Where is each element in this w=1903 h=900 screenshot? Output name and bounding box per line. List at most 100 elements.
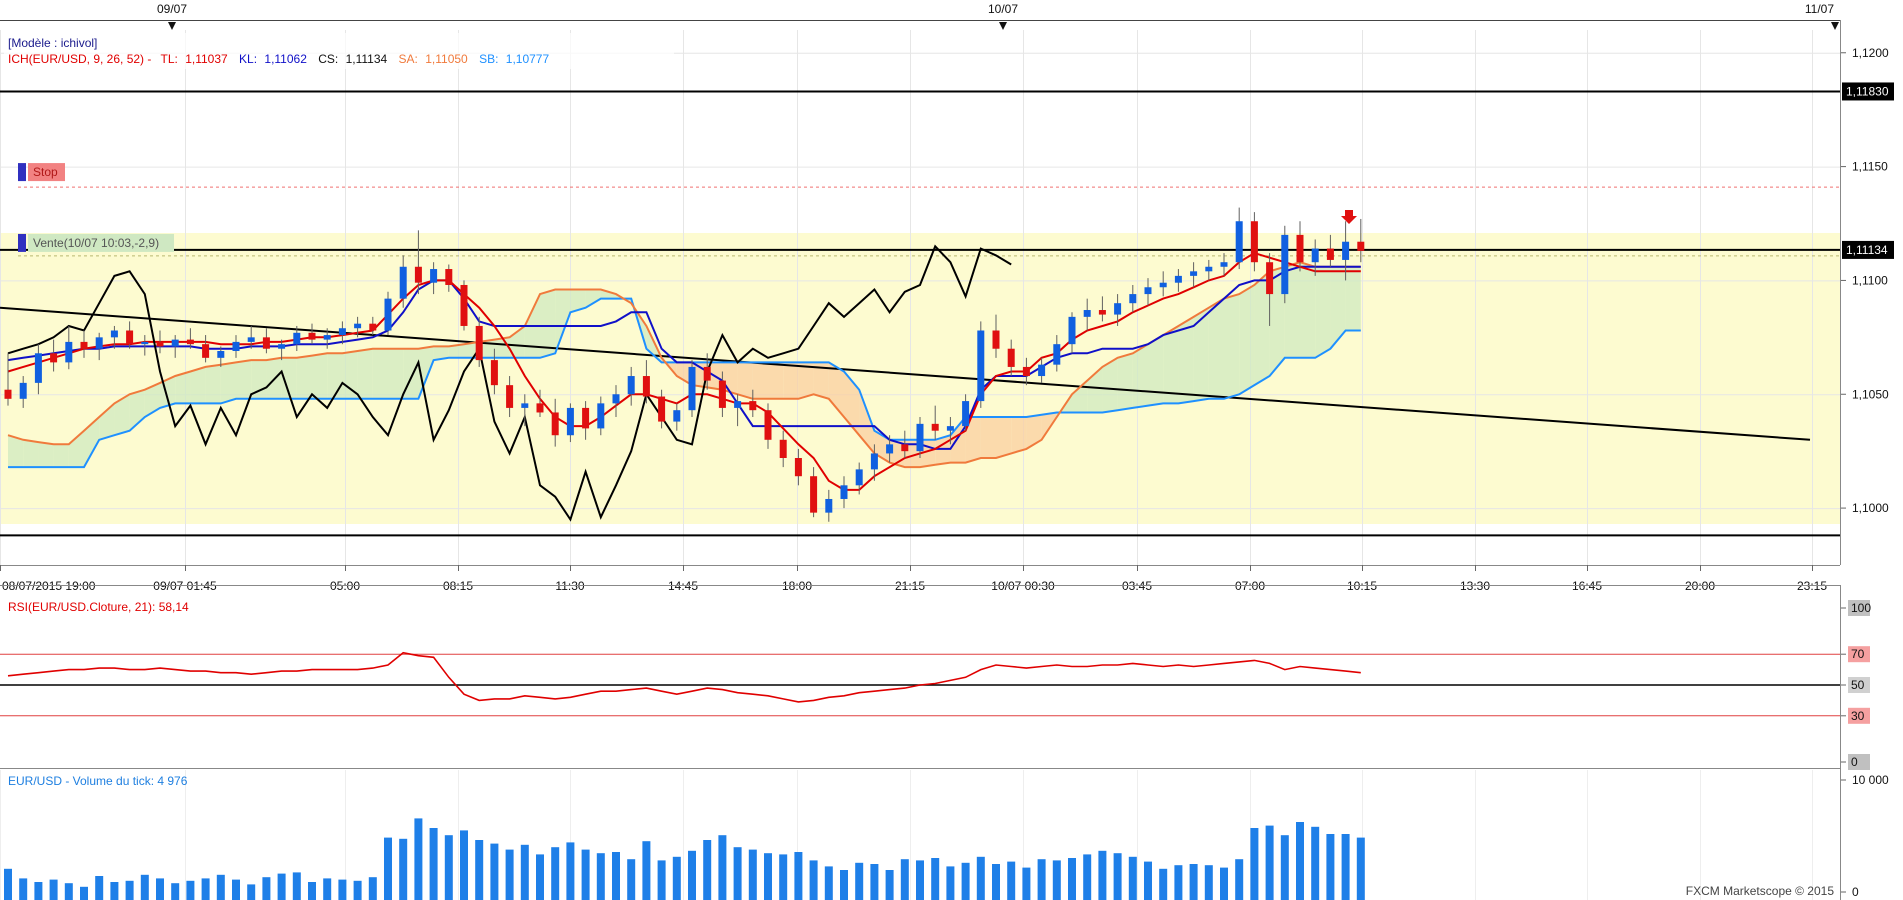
candle-body xyxy=(384,298,392,331)
volume-bar xyxy=(247,884,256,900)
volume-bar xyxy=(171,883,180,900)
rsi-level-label: 70 xyxy=(1851,647,1865,661)
volume-bar xyxy=(429,828,438,900)
cloud-segment xyxy=(1224,294,1240,399)
volume-bar xyxy=(946,866,955,900)
ichimoku-sb-value: 1,10777 xyxy=(506,52,550,66)
rsi-legend: RSI(EUR/USD.Cloture, 21): 58,14 xyxy=(8,600,189,614)
candle-body xyxy=(262,337,270,349)
candle-body xyxy=(186,339,194,345)
candle-body xyxy=(1190,271,1198,276)
volume-bar xyxy=(140,874,149,900)
cloud-segment xyxy=(296,355,312,399)
volume-bar xyxy=(536,854,544,900)
cloud-segment xyxy=(768,362,784,399)
volume-bar xyxy=(1159,868,1168,900)
candle-body xyxy=(1098,310,1106,315)
candle-body xyxy=(551,412,559,436)
candle-body xyxy=(445,269,453,285)
candle-body xyxy=(627,376,635,395)
volume-bar xyxy=(916,860,924,900)
volume-bar xyxy=(1235,859,1244,900)
volume-bar xyxy=(384,837,392,900)
candle-body xyxy=(1114,303,1122,315)
volume-bar xyxy=(1296,822,1304,900)
rsi-level-label: 50 xyxy=(1851,678,1865,692)
volume-bar xyxy=(19,878,28,900)
volume-bar xyxy=(4,868,12,900)
candle-body xyxy=(886,444,894,454)
cloud-segment xyxy=(752,362,768,399)
candle-body xyxy=(369,323,377,331)
cloud-segment xyxy=(783,362,799,399)
volume-bar xyxy=(262,877,271,900)
volume-bar xyxy=(308,882,316,900)
candle-body xyxy=(1159,282,1167,288)
volume-bar xyxy=(399,838,408,900)
candle-body xyxy=(764,410,772,440)
volume-bar xyxy=(1052,860,1061,900)
date-marker-3: 11/07 xyxy=(1805,2,1834,16)
candle-body xyxy=(1053,344,1061,365)
sell-order-label: Vente(10/07 10:03,-2,9) xyxy=(33,236,159,250)
volume-bar xyxy=(566,842,575,900)
volume-bar xyxy=(125,880,134,900)
candle-body xyxy=(642,376,650,397)
candle-body xyxy=(810,476,818,513)
volume-bar xyxy=(1356,837,1365,900)
price-flag-label: 1,11830 xyxy=(1846,84,1889,98)
candle-body xyxy=(536,403,544,413)
candle-body xyxy=(308,332,316,340)
volume-bar xyxy=(216,874,225,900)
candle-body xyxy=(506,385,514,408)
candle-body xyxy=(1220,262,1228,267)
volume-bar xyxy=(764,853,772,900)
cloud-segment xyxy=(1345,266,1361,331)
volume-bar xyxy=(718,835,727,900)
cloud-segment xyxy=(388,348,404,399)
volume-bar xyxy=(277,873,286,900)
candle-body xyxy=(673,410,681,422)
stop-order-marker xyxy=(18,163,26,182)
volume-bar xyxy=(64,883,73,900)
volume-bar xyxy=(657,860,666,900)
trading-chart[interactable]: 09/07 10/07 11/07 Stop Vente(10/07 10:03,… xyxy=(0,0,1903,900)
volume-bar xyxy=(1326,834,1335,900)
ichimoku-cs-value: 1,11134 xyxy=(346,52,388,66)
volume-bar xyxy=(551,847,560,900)
candle-body xyxy=(901,444,909,452)
ichimoku-kl-value: 1,11062 xyxy=(264,52,307,66)
candle-body xyxy=(749,401,757,411)
date-marker-2: 10/07 xyxy=(988,2,1018,16)
candle-body xyxy=(232,341,240,351)
candle-body xyxy=(688,366,696,411)
cloud-segment xyxy=(236,360,252,399)
candle-body xyxy=(399,266,407,299)
candle-body xyxy=(95,337,103,349)
candle-body xyxy=(65,341,73,363)
cloud-segment xyxy=(357,348,373,399)
volume-bar xyxy=(612,852,620,900)
candle-body xyxy=(1007,348,1015,367)
volume-bar xyxy=(80,886,88,900)
volume-bar xyxy=(1128,856,1137,900)
candle-body xyxy=(110,330,118,338)
candle-body xyxy=(1235,221,1243,263)
cloud-segment xyxy=(205,364,221,404)
volume-bar xyxy=(794,852,803,900)
candle-body xyxy=(1174,275,1182,283)
candle-body xyxy=(855,469,863,486)
volume-bar xyxy=(1341,834,1350,900)
cloud-segment xyxy=(220,362,236,404)
date-marker-1: 09/07 xyxy=(157,2,187,16)
volume-bar xyxy=(1068,858,1076,900)
volume-bar xyxy=(1037,859,1046,900)
volume-bar xyxy=(1204,865,1213,900)
volume-bar xyxy=(1250,828,1259,900)
volume-bar xyxy=(824,866,833,900)
volume-bar xyxy=(156,878,164,900)
volume-bar xyxy=(809,860,818,900)
candle-body xyxy=(597,403,605,429)
ichimoku-legend-prefix: ICH(EUR/USD, 9, 26, 52) - xyxy=(8,52,151,66)
candle-body xyxy=(521,403,529,408)
